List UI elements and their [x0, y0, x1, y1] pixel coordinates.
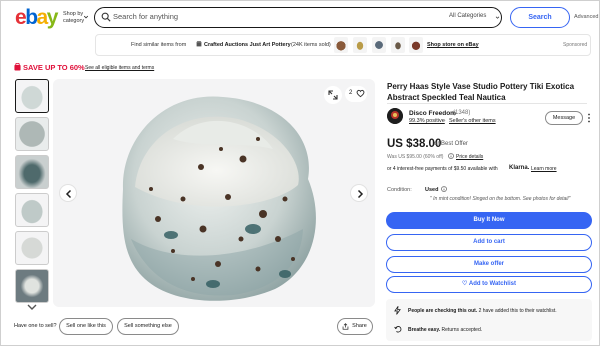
make-offer-button[interactable]: Make offer — [386, 256, 592, 273]
search-icon — [101, 12, 111, 22]
chevron-down-icon[interactable] — [83, 14, 89, 20]
vase-photo — [122, 96, 316, 301]
buy-it-now-button[interactable]: Buy It Now — [386, 212, 592, 229]
separator: · — [444, 118, 446, 124]
similar-item-thumb[interactable] — [391, 37, 405, 53]
chevron-down-icon[interactable] — [14, 302, 50, 312]
advanced-search-link[interactable]: Advanced — [574, 14, 598, 20]
seller-positive-link[interactable]: 99.3% positive — [409, 118, 445, 124]
share-icon — [342, 323, 349, 330]
chevron-left-icon — [65, 189, 72, 199]
logo-letter-y: y — [46, 6, 59, 29]
eligible-items-link[interactable]: See all eligible items and terms — [85, 65, 154, 71]
similar-item-thumb[interactable] — [353, 37, 367, 53]
gallery-thumbnail[interactable] — [15, 231, 49, 265]
favorites-count: 2 — [349, 90, 353, 96]
seller-name[interactable]: Disco Freedom — [409, 110, 456, 117]
similar-item-thumb[interactable] — [334, 37, 348, 53]
was-price: Was US $95.00 (60% off) — [387, 154, 444, 160]
next-image-button[interactable] — [350, 184, 368, 202]
similar-item-thumb[interactable] — [409, 37, 423, 53]
chevron-down-icon — [495, 16, 500, 19]
gallery-thumbnail[interactable] — [15, 117, 49, 151]
save-banner: SAVE UP TO 60% — [23, 63, 85, 72]
save-banner-percent: 60% — [69, 63, 85, 72]
message-button[interactable]: Message — [545, 111, 583, 125]
more-options-icon[interactable] — [587, 113, 591, 123]
condition-note: " In mint condition! Singed on the botto… — [430, 196, 571, 202]
sell-something-else-button[interactable]: Sell something else — [117, 318, 179, 335]
have-one-label: Have one to sell? — [14, 323, 57, 329]
return-icon — [394, 326, 402, 333]
info-icon[interactable] — [441, 186, 447, 192]
similar-item-thumb[interactable] — [372, 37, 386, 53]
price-details-link[interactable]: Price details — [456, 154, 483, 160]
condition-value: Used — [425, 187, 439, 193]
lightning-icon — [394, 306, 401, 315]
klarna-logo: Klarna. — [509, 165, 530, 171]
expand-icon[interactable] — [324, 86, 342, 104]
returns-notice-bold: Breathe easy. — [408, 327, 441, 333]
previous-image-button[interactable] — [59, 184, 77, 202]
watchers-notice-bold: People are checking this out. — [408, 308, 478, 314]
sell-one-like-this-button[interactable]: Sell one like this — [59, 318, 113, 335]
shop-store-link[interactable]: Shop store on eBay — [427, 42, 479, 48]
returns-notice: Breathe easy. Returns accepted. — [408, 327, 482, 333]
add-to-cart-button[interactable]: Add to cart — [386, 234, 592, 251]
logo-letter-a: a — [36, 6, 49, 29]
condition-label: Condition: — [387, 187, 412, 193]
save-banner-text: SAVE UP TO — [23, 63, 70, 72]
seller-other-items-link[interactable]: Seller's other items — [449, 118, 496, 124]
add-to-watchlist-button[interactable]: ♡ Add to Watchlist — [386, 276, 592, 293]
listing-title: Perry Haas Style Vase Studio Pottery Tik… — [387, 82, 575, 102]
logo-letter-b: b — [25, 6, 38, 29]
klarna-text: or 4 interest-free payments of $9.50 ava… — [387, 166, 498, 172]
store-icon — [196, 41, 202, 47]
sponsored-label: Sponsored — [563, 42, 588, 48]
info-icon[interactable] — [448, 153, 454, 159]
divider — [387, 103, 587, 104]
main-product-image[interactable] — [53, 79, 375, 307]
returns-notice-text: Returns accepted. — [440, 327, 483, 333]
ebay-logo[interactable]: ebay — [15, 6, 67, 30]
store-name-link[interactable]: Crafted Auctions Just Art Pottery — [204, 42, 291, 48]
category-select[interactable]: All Categories — [449, 13, 486, 19]
seller-avatar[interactable] — [387, 108, 403, 124]
chevron-right-icon — [357, 189, 364, 199]
search-button[interactable]: Search — [510, 7, 570, 28]
store-sold-count: (24K items sold) — [291, 42, 331, 48]
gallery-thumbnail[interactable] — [15, 193, 49, 227]
notice-box — [386, 299, 592, 341]
seller-feedback-count[interactable]: (1348) — [453, 110, 470, 116]
logo-letter-e: e — [15, 6, 27, 29]
best-offer-label: or Best Offer — [434, 141, 468, 147]
heart-icon[interactable] — [356, 89, 365, 98]
gallery-thumbnail[interactable] — [15, 79, 49, 113]
search-input[interactable]: Search for anything — [113, 12, 178, 21]
watchers-notice: People are checking this out. 2 have add… — [408, 308, 557, 314]
learn-more-link[interactable]: Learn more — [531, 166, 557, 172]
gallery-thumbnail[interactable] — [15, 269, 49, 303]
watchers-notice-text: 2 have added this to their watchlist. — [477, 308, 557, 314]
tag-icon — [14, 63, 21, 71]
gallery-thumbnail[interactable] — [15, 155, 49, 189]
similar-items-text: Find similar items from — [131, 42, 187, 48]
